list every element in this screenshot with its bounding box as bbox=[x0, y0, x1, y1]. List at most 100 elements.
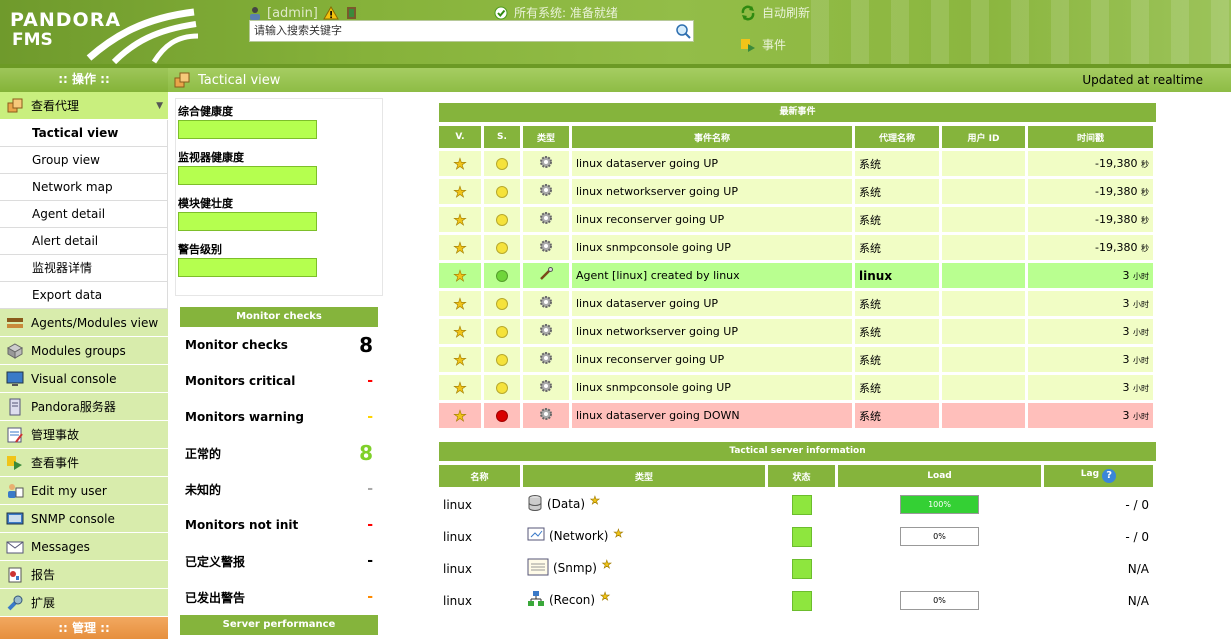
username-link[interactable]: [admin] bbox=[267, 6, 318, 21]
event-row[interactable]: ★ linux reconserver going UP 系统 -19,380 秒 bbox=[439, 207, 1153, 232]
event-name[interactable]: linux dataserver going UP bbox=[572, 291, 852, 316]
event-row[interactable]: ★ linux networkserver going UP 系统 -19,380 秒 bbox=[439, 179, 1153, 204]
validate-cell[interactable]: ★ bbox=[439, 291, 481, 316]
sidebar-item-extensions[interactable]: 扩展 bbox=[0, 589, 168, 617]
help-icon[interactable]: ? bbox=[1102, 469, 1117, 483]
star-icon[interactable]: ★ bbox=[453, 294, 467, 313]
servers-table: 名称 类型 状态 Load Lag ? linux (Data) ★ 100% - / … bbox=[436, 462, 1156, 618]
agent-name[interactable]: linux bbox=[855, 263, 939, 288]
sidebar-item-edit-user[interactable]: Edit my user bbox=[0, 477, 168, 505]
event-row[interactable]: ★ Agent [linux] created by linux linux 3 小时 bbox=[439, 263, 1153, 288]
sidebar-item-visual-console[interactable]: Visual console bbox=[0, 365, 168, 393]
chevron-down-icon[interactable]: ▼ bbox=[156, 101, 163, 111]
sub-item-alert-detail[interactable]: Alert detail bbox=[0, 228, 168, 255]
server-type: (Recon) bbox=[549, 593, 596, 607]
event-name[interactable]: linux dataserver going DOWN bbox=[572, 403, 852, 428]
agent-name[interactable]: 系统 bbox=[855, 403, 939, 428]
validate-cell[interactable]: ★ bbox=[439, 403, 481, 428]
monitor-row: 正常的 8 bbox=[180, 435, 378, 471]
validate-cell[interactable]: ★ bbox=[439, 235, 481, 260]
sidebar-item-agents-modules[interactable]: Agents/Modules view bbox=[0, 309, 168, 337]
sidebar-item-view-events[interactable]: 查看事件 bbox=[0, 449, 168, 477]
star-icon[interactable]: ★ bbox=[453, 350, 467, 369]
event-row[interactable]: ★ linux dataserver going UP 系统 -19,380 秒 bbox=[439, 151, 1153, 176]
monitor-value: 8 bbox=[359, 333, 373, 357]
sub-item-export-data[interactable]: Export data bbox=[0, 282, 168, 309]
star-icon[interactable]: ★ bbox=[453, 182, 467, 201]
event-name[interactable]: linux networkserver going UP bbox=[572, 179, 852, 204]
agent-name[interactable]: 系统 bbox=[855, 179, 939, 204]
event-row[interactable]: ★ linux networkserver going UP 系统 3 小时 bbox=[439, 319, 1153, 344]
time-unit: 秒 bbox=[1141, 216, 1149, 225]
event-row[interactable]: ★ linux dataserver going DOWN 系统 3 小时 bbox=[439, 403, 1153, 428]
star-icon[interactable]: ★ bbox=[453, 322, 467, 341]
agent-name[interactable]: 系统 bbox=[855, 319, 939, 344]
user-id bbox=[942, 207, 1025, 232]
type-cell bbox=[523, 151, 569, 176]
sub-item-monitor-detail[interactable]: 监视器详情 bbox=[0, 255, 168, 282]
sub-item-group-view[interactable]: Group view bbox=[0, 147, 168, 174]
sub-item-tactical-view[interactable]: Tactical view bbox=[0, 120, 168, 147]
sub-item-agent-detail[interactable]: Agent detail bbox=[0, 201, 168, 228]
event-row[interactable]: ★ linux snmpconsole going UP 系统 3 小时 bbox=[439, 375, 1153, 400]
star-icon[interactable]: ★ bbox=[453, 238, 467, 257]
sub-item-network-map[interactable]: Network map bbox=[0, 174, 168, 201]
monitor-label: 正常的 bbox=[185, 446, 222, 461]
event-name[interactable]: Agent [linux] created by linux bbox=[572, 263, 852, 288]
validate-cell[interactable]: ★ bbox=[439, 179, 481, 204]
warning-icon[interactable] bbox=[323, 6, 339, 20]
validate-cell[interactable]: ★ bbox=[439, 319, 481, 344]
star-icon[interactable]: ★ bbox=[453, 406, 467, 425]
agent-name[interactable]: 系统 bbox=[855, 235, 939, 260]
sidebar-item-modules-groups[interactable]: Modules groups bbox=[0, 337, 168, 365]
event-name[interactable]: linux dataserver going UP bbox=[572, 151, 852, 176]
search-icon[interactable] bbox=[675, 23, 691, 39]
master-star-icon: ★ bbox=[590, 494, 600, 508]
load-bar: 100% bbox=[900, 495, 979, 514]
event-row[interactable]: ★ linux dataserver going UP 系统 3 小时 bbox=[439, 291, 1153, 316]
server-type-cell: (Network) ★ bbox=[523, 522, 765, 551]
severity-cell bbox=[484, 319, 520, 344]
validate-cell[interactable]: ★ bbox=[439, 347, 481, 372]
event-name[interactable]: linux reconserver going UP bbox=[572, 347, 852, 372]
logo-swoosh-icon bbox=[86, 8, 199, 64]
sidebar-item-snmp-console[interactable]: SNMP console bbox=[0, 505, 168, 533]
sidebar-item-messages[interactable]: Messages bbox=[0, 533, 168, 561]
sidebar-item-view-agents[interactable]: 查看代理 ▼ bbox=[0, 92, 168, 120]
mail-icon bbox=[6, 541, 24, 553]
user-id bbox=[942, 319, 1025, 344]
auto-refresh-link[interactable]: 自动刷新 bbox=[740, 4, 810, 21]
event-row[interactable]: ★ linux reconserver going UP 系统 3 小时 bbox=[439, 347, 1153, 372]
status-dot-icon bbox=[496, 270, 508, 282]
event-name[interactable]: linux reconserver going UP bbox=[572, 207, 852, 232]
global-health-bar bbox=[178, 120, 317, 139]
events-table: V. S. 类型 事件名称 代理名称 用户 ID 时间戳 ★ linux data… bbox=[436, 123, 1156, 431]
server-lag: - / 0 bbox=[1044, 490, 1153, 519]
sidebar-item-servers[interactable]: Pandora服务器 bbox=[0, 393, 168, 421]
star-icon[interactable]: ★ bbox=[453, 154, 467, 173]
validate-cell[interactable]: ★ bbox=[439, 207, 481, 232]
event-name[interactable]: linux snmpconsole going UP bbox=[572, 235, 852, 260]
event-name[interactable]: linux networkserver going UP bbox=[572, 319, 852, 344]
agent-name[interactable]: 系统 bbox=[855, 207, 939, 232]
star-icon[interactable]: ★ bbox=[453, 210, 467, 229]
search-input[interactable]: 请输入搜索关键字 bbox=[249, 20, 694, 42]
star-icon[interactable]: ★ bbox=[453, 378, 467, 397]
agent-name[interactable]: 系统 bbox=[855, 347, 939, 372]
event-row[interactable]: ★ linux snmpconsole going UP 系统 -19,380 秒 bbox=[439, 235, 1153, 260]
validate-cell[interactable]: ★ bbox=[439, 375, 481, 400]
agent-name[interactable]: 系统 bbox=[855, 291, 939, 316]
validate-cell[interactable]: ★ bbox=[439, 151, 481, 176]
validate-cell[interactable]: ★ bbox=[439, 263, 481, 288]
snmp-console-icon bbox=[527, 558, 549, 579]
sidebar-item-reports[interactable]: 报告 bbox=[0, 561, 168, 589]
agent-name[interactable]: 系统 bbox=[855, 151, 939, 176]
gear-icon bbox=[538, 324, 554, 341]
event-name[interactable]: linux snmpconsole going UP bbox=[572, 375, 852, 400]
events-link[interactable]: 事件 bbox=[740, 36, 786, 53]
sidebar-item-incidents[interactable]: 管理事故 bbox=[0, 421, 168, 449]
agent-name[interactable]: 系统 bbox=[855, 375, 939, 400]
type-cell bbox=[523, 207, 569, 232]
logout-icon[interactable] bbox=[344, 6, 360, 20]
star-icon[interactable]: ★ bbox=[453, 266, 467, 285]
